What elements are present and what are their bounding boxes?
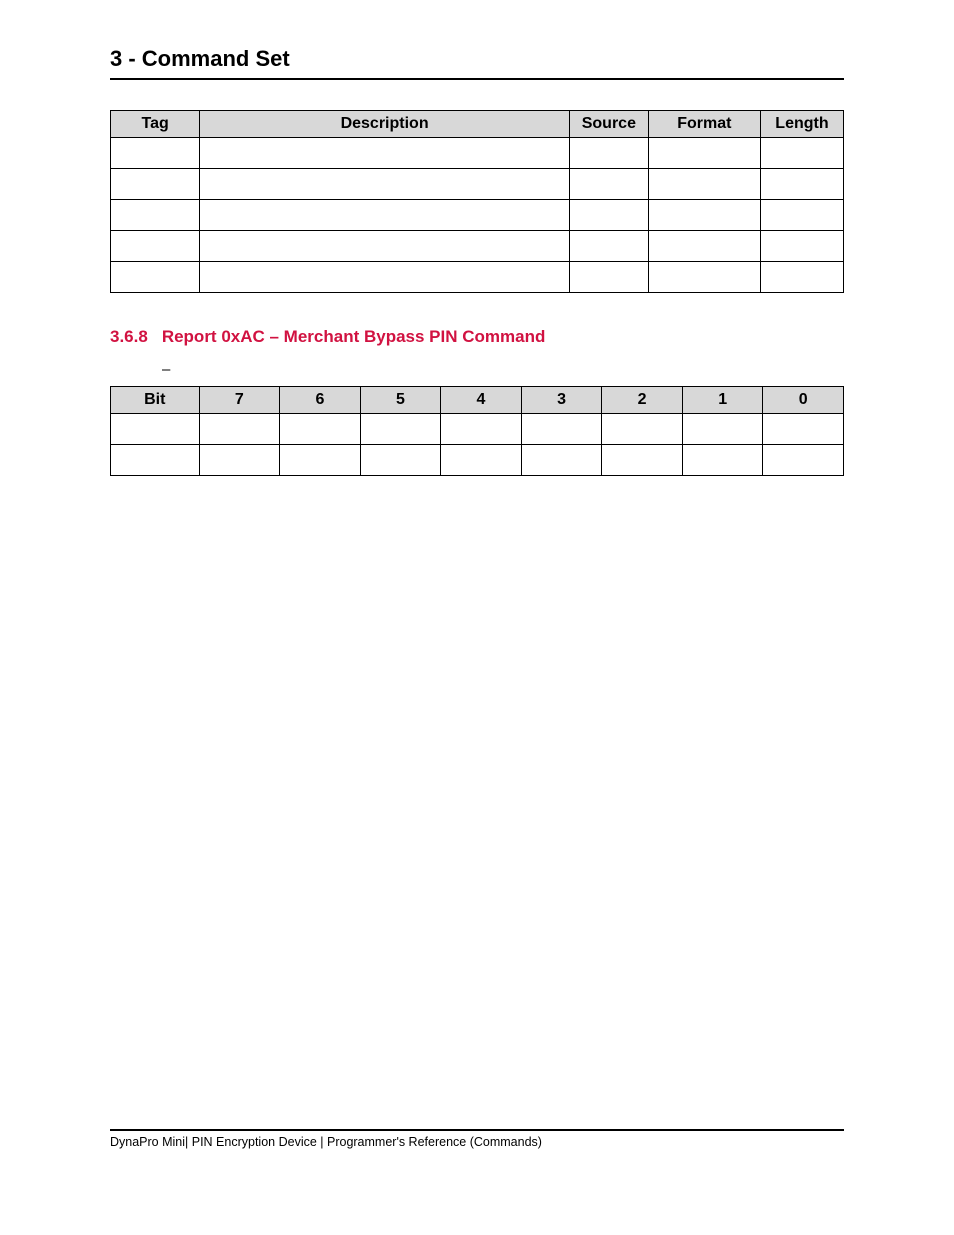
page-footer: DynaPro Mini| PIN Encryption Device | Pr… (110, 1129, 844, 1149)
cell (441, 445, 522, 476)
caption-dash: – (162, 361, 170, 378)
cell (199, 445, 280, 476)
cell (111, 169, 200, 200)
content-area: 3 - Command Set Tag Description Source F… (110, 46, 844, 476)
cell (111, 445, 200, 476)
cell (360, 445, 441, 476)
table-caption: – (110, 361, 844, 378)
table-row (111, 445, 844, 476)
section-title: Report 0xAC – Merchant Bypass PIN Comman… (162, 327, 546, 347)
col-header-bit2: 2 (602, 387, 683, 414)
cell (111, 262, 200, 293)
table-row (111, 231, 844, 262)
col-header-source: Source (569, 111, 648, 138)
cell (280, 414, 361, 445)
cell (199, 414, 280, 445)
tag-description-table: Tag Description Source Format Length (110, 110, 844, 293)
cell (200, 200, 570, 231)
col-header-bit6: 6 (280, 387, 361, 414)
cell (569, 200, 648, 231)
cell (760, 200, 843, 231)
cell (111, 138, 200, 169)
col-header-description: Description (200, 111, 570, 138)
cell (200, 231, 570, 262)
cell (648, 262, 760, 293)
cell (602, 414, 683, 445)
cell (763, 414, 844, 445)
cell (760, 262, 843, 293)
table-header-row: Bit 7 6 5 4 3 2 1 0 (111, 387, 844, 414)
footer-text: DynaPro Mini| PIN Encryption Device | Pr… (110, 1135, 844, 1149)
cell (648, 169, 760, 200)
col-header-length: Length (760, 111, 843, 138)
cell (760, 169, 843, 200)
col-header-bit1: 1 (682, 387, 763, 414)
cell (280, 445, 361, 476)
cell (569, 169, 648, 200)
cell (763, 445, 844, 476)
table-row (111, 200, 844, 231)
cell (569, 231, 648, 262)
table-row (111, 169, 844, 200)
table-row (111, 414, 844, 445)
cell (648, 231, 760, 262)
cell (569, 138, 648, 169)
cell (111, 414, 200, 445)
cell (441, 414, 522, 445)
cell (569, 262, 648, 293)
table-row (111, 262, 844, 293)
cell (360, 414, 441, 445)
cell (682, 414, 763, 445)
footer-rule (110, 1129, 844, 1131)
table-header-row: Tag Description Source Format Length (111, 111, 844, 138)
col-header-tag: Tag (111, 111, 200, 138)
page: 3 - Command Set Tag Description Source F… (0, 0, 954, 1235)
col-header-bit7: 7 (199, 387, 280, 414)
col-header-format: Format (648, 111, 760, 138)
cell (521, 445, 602, 476)
cell (602, 445, 683, 476)
col-header-bit0: 0 (763, 387, 844, 414)
col-header-bit3: 3 (521, 387, 602, 414)
table-row (111, 138, 844, 169)
cell (760, 231, 843, 262)
cell (648, 200, 760, 231)
cell (648, 138, 760, 169)
cell (200, 138, 570, 169)
cell (521, 414, 602, 445)
cell (200, 169, 570, 200)
section-number: 3.6.8 (110, 327, 148, 347)
cell (760, 138, 843, 169)
cell (111, 200, 200, 231)
bit-usage-table: Bit 7 6 5 4 3 2 1 0 (110, 386, 844, 476)
section-heading: 3.6.8 Report 0xAC – Merchant Bypass PIN … (110, 327, 844, 347)
page-title: 3 - Command Set (110, 46, 844, 80)
col-header-bit: Bit (111, 387, 200, 414)
col-header-bit4: 4 (441, 387, 522, 414)
cell (682, 445, 763, 476)
cell (111, 231, 200, 262)
col-header-bit5: 5 (360, 387, 441, 414)
cell (200, 262, 570, 293)
